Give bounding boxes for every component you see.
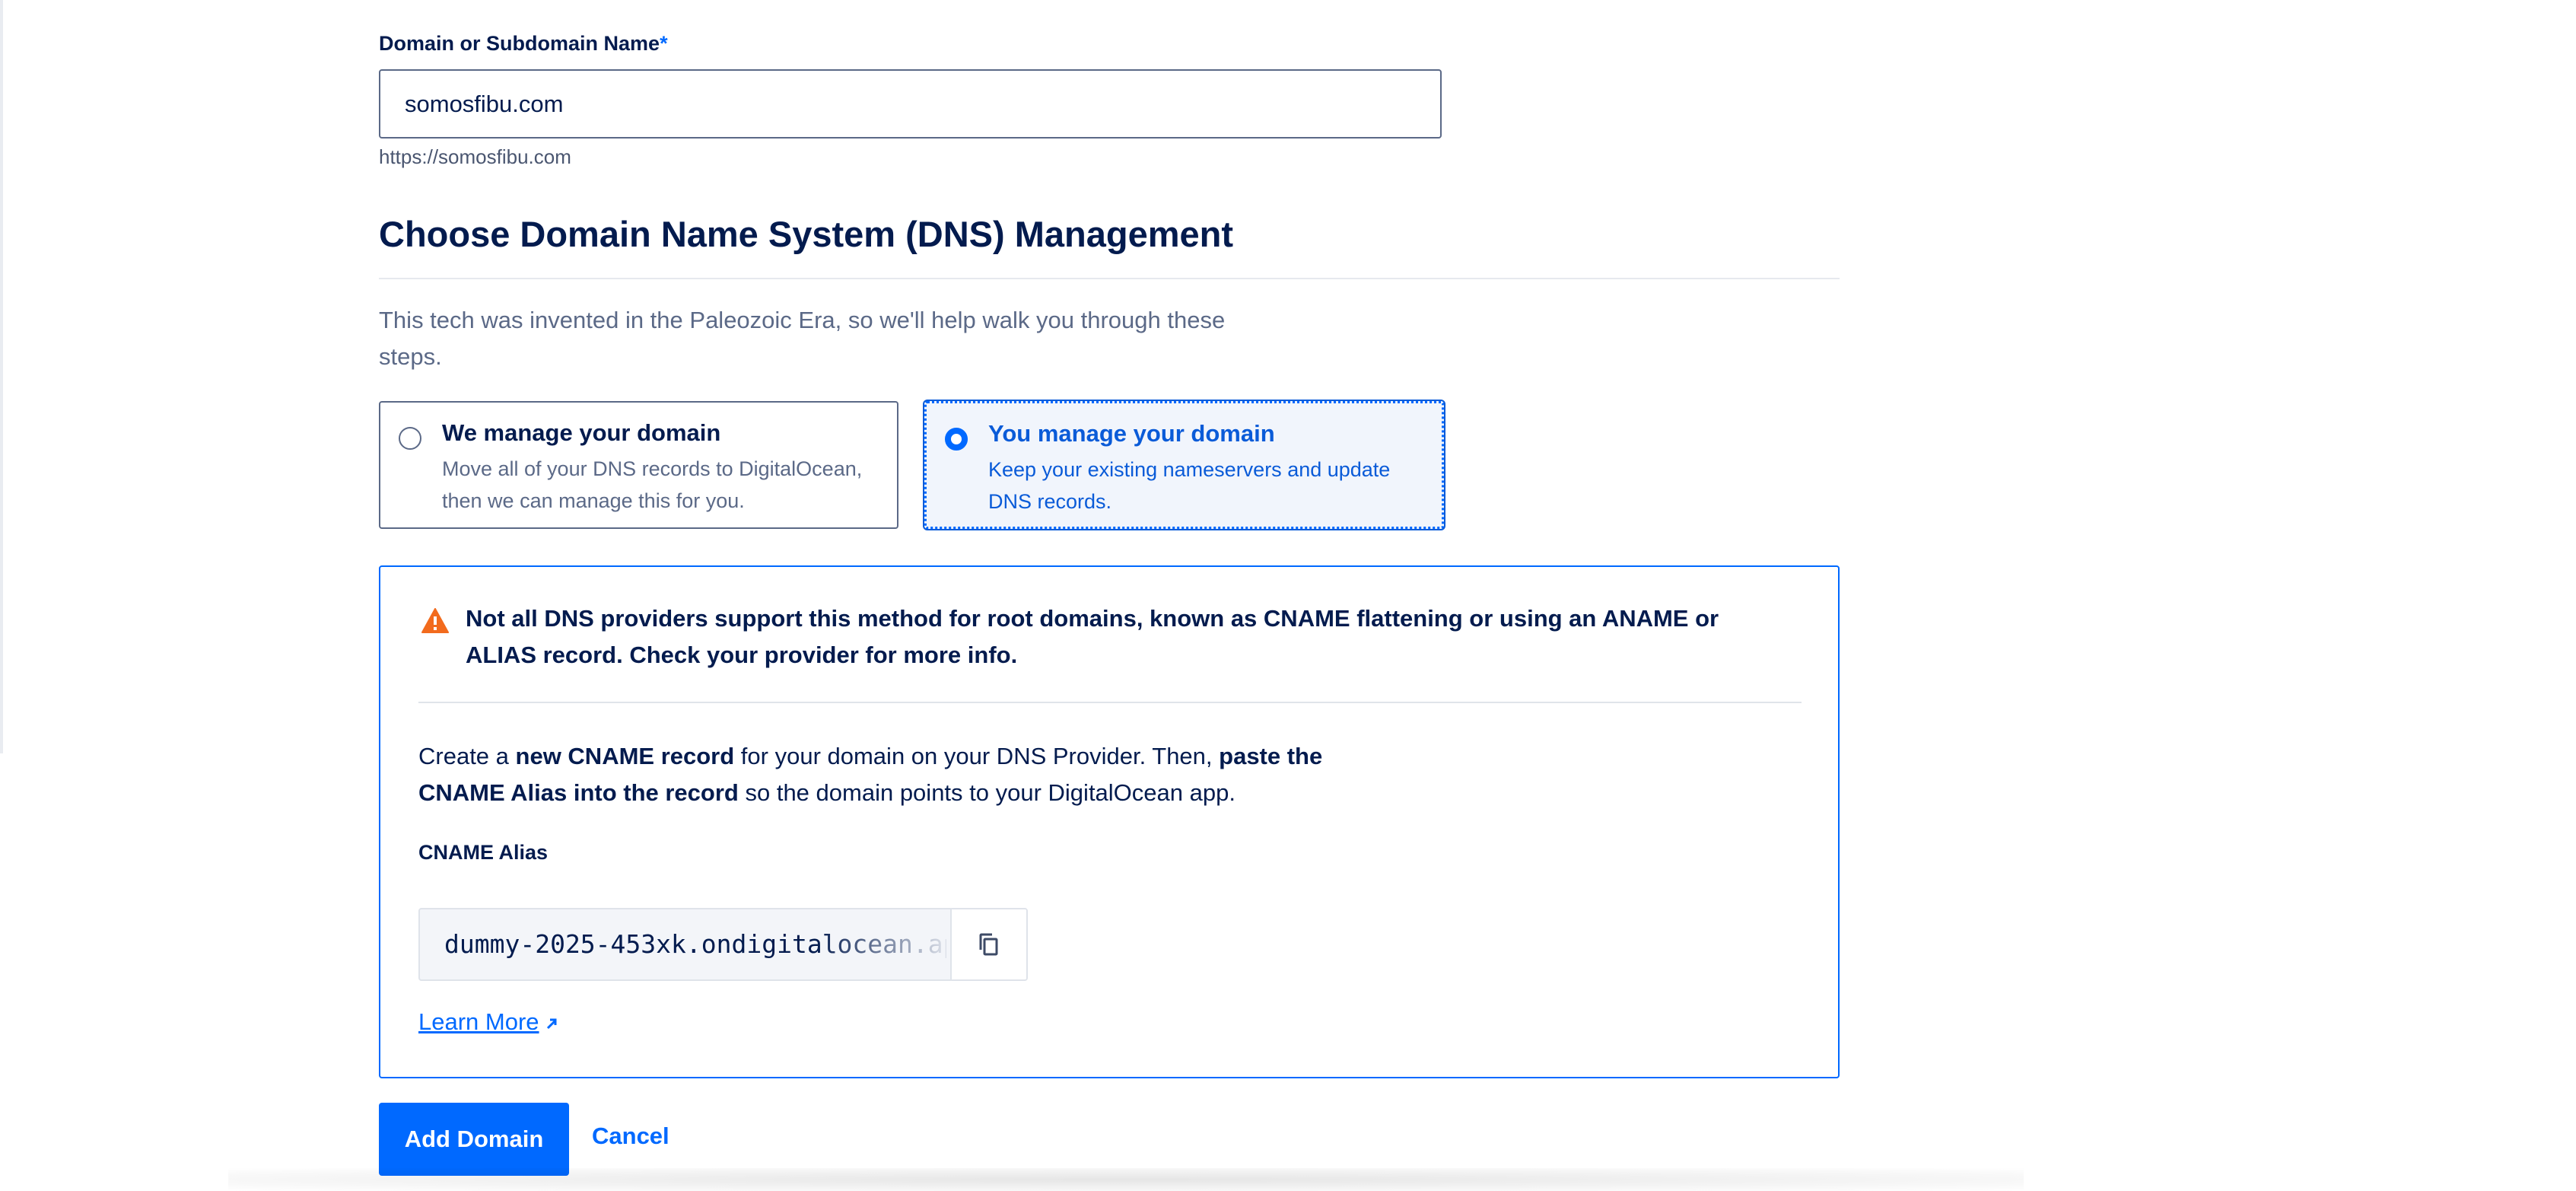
dns-section-description: This tech was invented in the Paleozoic … bbox=[379, 307, 1226, 370]
add-domain-button[interactable]: Add Domain bbox=[379, 1103, 569, 1176]
domain-input[interactable] bbox=[379, 69, 1442, 139]
left-border bbox=[0, 0, 3, 753]
panel-divider bbox=[418, 702, 1802, 703]
section-divider bbox=[379, 278, 1840, 279]
option-we-manage-domain[interactable]: We manage your domain Move all of your D… bbox=[379, 401, 898, 529]
cname-instructions: Create a new CNAME record for your domai… bbox=[418, 743, 1323, 806]
domain-url-preview: https://somosfibu.com bbox=[379, 145, 571, 168]
copy-icon bbox=[979, 933, 998, 956]
copy-alias-button[interactable] bbox=[950, 909, 1026, 979]
text-fade bbox=[816, 909, 952, 979]
required-marker: * bbox=[660, 32, 668, 55]
option-title: We manage your domain bbox=[442, 419, 721, 446]
radio-unselected[interactable] bbox=[399, 427, 421, 450]
radio-selected[interactable] bbox=[945, 428, 968, 451]
external-link-arrow-icon bbox=[546, 1018, 557, 1029]
footer-shadow bbox=[228, 1168, 2024, 1191]
cname-alias-label: CNAME Alias bbox=[418, 841, 549, 864]
cancel-button[interactable]: Cancel bbox=[592, 1123, 669, 1150]
option-description: Keep your existing nameservers and updat… bbox=[988, 458, 1391, 513]
domain-field-label: Domain or Subdomain Name* bbox=[379, 32, 668, 55]
option-you-manage-domain[interactable]: You manage your domain Keep your existin… bbox=[924, 401, 1444, 529]
warning-triangle-icon bbox=[421, 608, 449, 633]
option-title: You manage your domain bbox=[988, 420, 1275, 447]
option-description: Move all of your DNS records to DigitalO… bbox=[442, 457, 863, 512]
cname-alias-field: dummy-2025-453xk.ondigitalocean.app bbox=[418, 908, 1028, 981]
learn-more-link[interactable]: Learn More bbox=[418, 1008, 559, 1036]
cname-instructions-panel: Not all DNS providers support this metho… bbox=[379, 565, 1840, 1078]
dns-section-title: Choose Domain Name System (DNS) Manageme… bbox=[379, 214, 1234, 254]
warning-message: Not all DNS providers support this metho… bbox=[466, 605, 1719, 668]
